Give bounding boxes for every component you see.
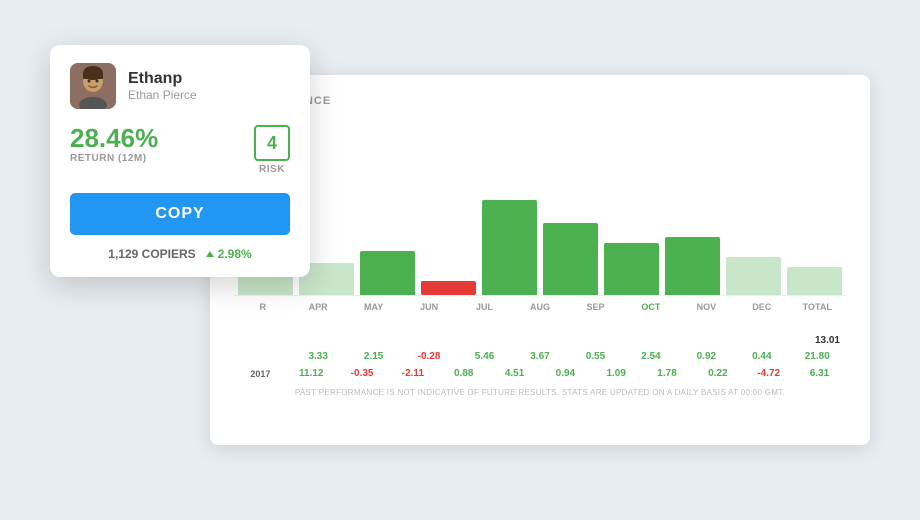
label-apr: APR (293, 302, 342, 312)
bar-sep (604, 243, 659, 295)
profile-names: Ethanp Ethan Pierce (128, 70, 197, 102)
bar-group-aug (543, 223, 598, 295)
performance-title: PERFORMANCE (234, 95, 846, 107)
label-jul: JUL (460, 302, 509, 312)
cell-2018-apr: 3.33 (293, 351, 342, 362)
bar-jul (482, 200, 537, 295)
bar-nov (726, 257, 781, 295)
chart-area: R APR MAY JUN JUL AUG SEP OCT NOV DEC TO… (234, 115, 846, 335)
label-jun: JUN (404, 302, 453, 312)
cell-2017-nov: 0.22 (695, 368, 740, 379)
total-row: 13.01 (234, 335, 846, 346)
label-aug: AUG (515, 302, 564, 312)
cell-2018-aug: 3.67 (515, 351, 564, 362)
cell-2017-jun: 0.88 (441, 368, 486, 379)
data-row-2018: 3.33 2.15 -0.28 5.46 3.67 0.55 2.54 0.92… (234, 348, 846, 365)
cell-2017-may: -2.11 (390, 368, 435, 379)
chart-labels: R APR MAY JUN JUL AUG SEP OCT NOV DEC TO… (234, 298, 846, 312)
cell-2018-dec: 0.44 (737, 351, 786, 362)
label-oct: OCT (626, 302, 675, 312)
cell-2017-dec: -4.72 (746, 368, 791, 379)
chart-baseline (234, 295, 846, 296)
data-row-2017: 2017 11.12 -0.35 -2.11 0.88 4.51 0.94 1.… (234, 365, 846, 382)
bar-jun-neg (421, 281, 476, 295)
cell-2017-apr: -0.35 (340, 368, 385, 379)
stats-section: 28.46% RETURN (12M) 4 RISK (70, 125, 290, 175)
bar-may (360, 251, 415, 295)
bar-group-sep (604, 243, 659, 295)
copiers-count: 1,129 COPIERS (108, 247, 195, 261)
cell-2018-jun: -0.28 (404, 351, 453, 362)
cell-2017-aug: 0.94 (543, 368, 588, 379)
profile-header: Ethanp Ethan Pierce (70, 63, 290, 109)
cell-2018-may: 2.15 (349, 351, 398, 362)
cell-2018-total: 21.80 (793, 351, 842, 362)
risk-label: RISK (259, 164, 285, 175)
row-2017-label: 2017 (238, 369, 283, 379)
label-dec: DEC (737, 302, 786, 312)
risk-badge: 4 (254, 125, 290, 161)
bar-group-jun (421, 281, 476, 295)
chart-bars (234, 115, 846, 295)
cell-2018-jul: 5.46 (460, 351, 509, 362)
avatar (70, 63, 116, 109)
bar-group-nov (726, 257, 781, 295)
cell-2017-jul: 4.51 (492, 368, 537, 379)
cell-2017-total: 6.31 (797, 368, 842, 379)
arrow-up-icon (206, 251, 214, 257)
label-sep: SEP (571, 302, 620, 312)
bar-group-jul (482, 200, 537, 295)
cell-2018-oct: 2.54 (626, 351, 675, 362)
profile-card: Ethanp Ethan Pierce 28.46% RETURN (12M) … (50, 45, 310, 277)
cell-2017-mar: 11.12 (289, 368, 334, 379)
bar-aug (543, 223, 598, 295)
label-nov: NOV (682, 302, 731, 312)
label-total: TOTAL (793, 302, 842, 312)
bar-group-oct (665, 237, 720, 295)
copiers-change: 2.98% (206, 247, 252, 261)
bar-group-dec (787, 267, 842, 295)
cell-2017-sep: 1.09 (594, 368, 639, 379)
copy-button[interactable]: COPY (70, 193, 290, 235)
copiers-row: 1,129 COPIERS 2.98% (70, 247, 290, 261)
cell-2018-nov: 0.92 (682, 351, 731, 362)
bar-dec (787, 267, 842, 295)
label-mar: R (238, 302, 287, 312)
label-may: MAY (349, 302, 398, 312)
fullname: Ethan Pierce (128, 88, 197, 102)
cell-2017-oct: 1.78 (645, 368, 690, 379)
bar-group-may (360, 251, 415, 295)
copiers-change-value: 2.98% (218, 247, 252, 261)
username: Ethanp (128, 70, 197, 88)
risk-section: 4 RISK (254, 125, 290, 175)
return-label: RETURN (12M) (70, 153, 158, 164)
disclaimer: PAST PERFORMANCE IS NOT INDICATIVE OF FU… (234, 388, 846, 397)
return-value: 28.46% (70, 125, 158, 151)
total-right-value: 13.01 (815, 335, 840, 346)
bar-oct (665, 237, 720, 295)
cell-2018-sep: 0.55 (571, 351, 620, 362)
return-section: 28.46% RETURN (12M) (70, 125, 158, 164)
